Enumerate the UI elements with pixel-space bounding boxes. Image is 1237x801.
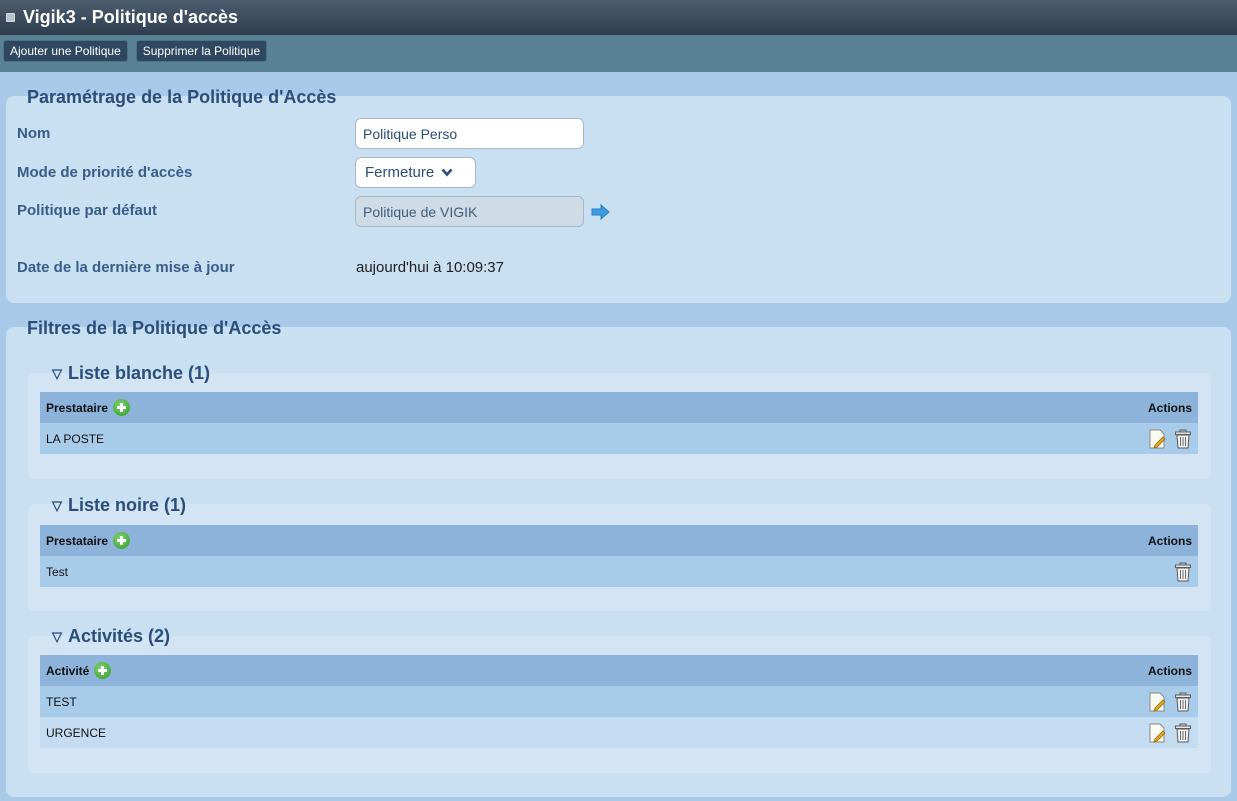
table-row: URGENCE (40, 717, 1198, 748)
row-label: URGENCE (46, 725, 107, 740)
whitelist-header: Prestataire Actions (40, 392, 1198, 423)
blacklist-title: Liste noire (1) (68, 495, 187, 515)
add-circle-icon[interactable] (94, 662, 112, 679)
whitelist-col-label: Prestataire (46, 400, 109, 415)
blacklist-actions-header: Actions (1147, 533, 1192, 548)
triangle-down-icon: ▽ (52, 628, 62, 644)
delete-policy-button[interactable]: Supprimer la Politique (135, 40, 268, 62)
row-label: Test (46, 564, 69, 579)
row-label: TEST (46, 694, 77, 709)
add-circle-icon[interactable] (113, 532, 131, 549)
add-policy-button[interactable]: Ajouter une Politique (3, 40, 128, 62)
table-row: TEST (40, 686, 1198, 717)
window-title: Vigik3 - Politique d'accès (23, 7, 239, 27)
table-row: Test (40, 556, 1198, 587)
whitelist-toggle[interactable]: ▽ Liste blanche (1) (52, 363, 210, 384)
activities-toggle[interactable]: ▽ Activités (2) (52, 626, 170, 647)
row-label: LA POSTE (46, 431, 105, 446)
last-update-label: Date de la dernière mise à jour (17, 259, 235, 276)
default-policy-field: Politique de VIGIK (355, 196, 584, 227)
chevron-down-icon (441, 168, 453, 177)
table-row: LA POSTE (40, 423, 1198, 454)
activities-header: Activité Actions (40, 655, 1198, 686)
last-update-value: aujourd'hui à 10:09:37 (356, 259, 504, 276)
activities-col-label: Activité (46, 663, 90, 678)
filters-title: Filtres de la Politique d'Accès (27, 318, 282, 338)
add-circle-icon[interactable] (113, 399, 131, 416)
title-bar: Vigik3 - Politique d'accès (0, 0, 1237, 35)
window-icon (6, 13, 15, 22)
triangle-down-icon: ▽ (52, 365, 62, 381)
whitelist-title: Liste blanche (1) (68, 363, 211, 383)
toolbar: Ajouter une Politique Supprimer la Polit… (0, 35, 1237, 72)
trash-icon[interactable] (1174, 692, 1192, 712)
trash-icon[interactable] (1174, 562, 1192, 582)
settings-title: Paramétrage de la Politique d'Accès (27, 87, 337, 107)
blacklist-header: Prestataire Actions (40, 525, 1198, 556)
blacklist-col-label: Prestataire (46, 533, 109, 548)
priority-value: Fermeture (365, 164, 435, 181)
arrow-right-icon[interactable] (591, 204, 611, 220)
name-label: Nom (17, 125, 51, 142)
trash-icon[interactable] (1174, 723, 1192, 743)
default-policy-label: Politique par défaut (17, 202, 158, 219)
edit-icon[interactable] (1148, 429, 1166, 449)
trash-icon[interactable] (1174, 429, 1192, 449)
edit-icon[interactable] (1148, 692, 1166, 712)
activities-title: Activités (2) (68, 626, 171, 646)
priority-select[interactable]: Fermeture (355, 157, 476, 188)
activities-actions-header: Actions (1147, 663, 1192, 678)
whitelist-actions-header: Actions (1147, 400, 1192, 415)
edit-icon[interactable] (1148, 723, 1166, 743)
triangle-down-icon: ▽ (52, 497, 62, 513)
blacklist-toggle[interactable]: ▽ Liste noire (1) (52, 495, 186, 516)
priority-label: Mode de priorité d'accès (17, 164, 193, 181)
name-input[interactable]: Politique Perso (355, 118, 584, 149)
